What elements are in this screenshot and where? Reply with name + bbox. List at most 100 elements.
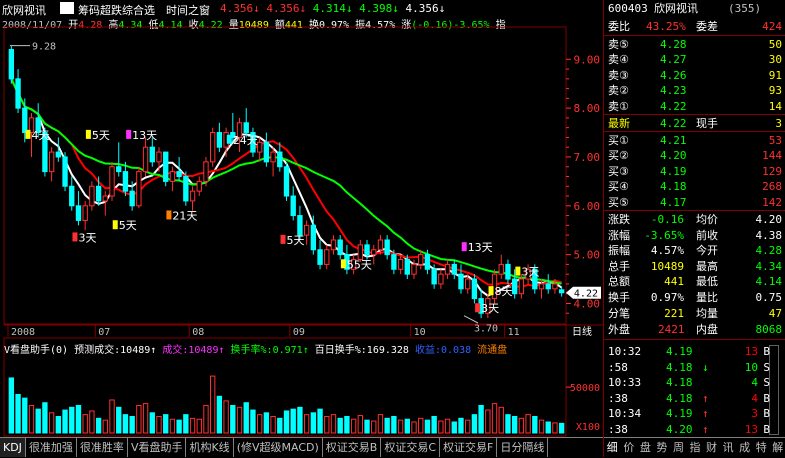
sell-order-row: 卖② 4.23 93 [608, 83, 782, 98]
tick-time: 10:34 [608, 407, 642, 420]
tick-side: S [763, 376, 770, 389]
candle-body [55, 151, 62, 158]
tick-time: :38 [608, 422, 628, 436]
annotation-label: 13天 [132, 129, 157, 142]
candle-body [256, 141, 263, 153]
price-chart[interactable]: 9.008.007.006.005.004.004.229.283.702008… [0, 0, 603, 437]
tick-side: B [763, 345, 770, 358]
volume-panel-header: V看盘助手(0) 预测成交:10489↑ 成交:10489↑ 换手率%:0.97… [4, 345, 508, 356]
candle-body [176, 171, 182, 178]
candle-body [82, 205, 88, 221]
quote-tab-4[interactable]: 周 [670, 438, 687, 458]
price-tick-label: 9.00 [574, 53, 601, 66]
candle-body [283, 166, 290, 197]
indicator-tab-4[interactable]: 机构K线 [186, 438, 234, 457]
annotation-marker [112, 220, 118, 230]
period-label: 日线 [572, 325, 592, 338]
buy-price: 4.17 [660, 195, 687, 209]
annotation-label: 5天 [119, 219, 137, 232]
tick-row: 10:34 4.19 ↑ 3 B [608, 406, 782, 421]
quote-tab-5[interactable]: 指 [687, 438, 704, 458]
indicator-tab-6[interactable]: 权证交易B [323, 438, 382, 457]
volume-bar [230, 404, 236, 434]
candle-body [95, 185, 102, 202]
sell-volume: 91 [768, 68, 782, 82]
sell-order-row: 卖③ 4.26 91 [608, 68, 782, 83]
quote-tab-1[interactable]: 价 [621, 438, 638, 458]
volume-bar [89, 410, 95, 434]
candle-body [163, 151, 169, 182]
quote-tab-8[interactable]: 成 [736, 438, 753, 458]
volume-bar [15, 393, 21, 434]
stat-value: -3.65% [644, 228, 684, 242]
sell-order-row: 卖① 4.22 14 [608, 99, 782, 114]
volume-bar [82, 414, 88, 434]
stock-number: (355) [728, 2, 762, 15]
quote-tab-0[interactable]: 细 [604, 438, 621, 458]
volume-bar [129, 415, 135, 434]
volume-bar [250, 409, 256, 434]
indicator-tab-0[interactable]: KDJ [0, 438, 26, 457]
quote-tab-3[interactable]: 势 [654, 438, 671, 458]
tick-row: :38 4.20 ↑ 13 B [608, 422, 782, 437]
rate-label: 换手率%: [230, 345, 273, 356]
volume-panel-title[interactable]: V看盘助手(0) [4, 345, 68, 356]
stat-label: 涨跌 [608, 213, 630, 226]
divider [604, 339, 785, 340]
candle-body [102, 195, 108, 202]
tick-row: :58 4.18 ↓ 10 S [608, 360, 782, 375]
order-ratio-row: 委比 43.25% 委差 424 [608, 19, 782, 34]
volume-bar [42, 402, 48, 434]
volume-bar [256, 414, 263, 434]
volume-bar [303, 414, 310, 434]
quote-tab-2[interactable]: 盘 [637, 438, 654, 458]
time-axis-label: 2008 [11, 327, 35, 338]
candle-body [8, 49, 15, 80]
indicator-tab-8[interactable]: 权证交易F [440, 438, 498, 457]
buy-price: 4.18 [660, 180, 687, 194]
buy-price: 4.19 [660, 164, 687, 178]
buy-order-row: 买① 4.21 53 [608, 133, 782, 148]
volume-bar [377, 414, 384, 434]
volume-bar [156, 415, 162, 434]
quote-tab-7[interactable]: 讯 [720, 438, 737, 458]
indicator-tab-9[interactable]: 日分隔线 [497, 438, 549, 457]
days-value: 169.328 [366, 345, 409, 356]
volume-bar [55, 415, 62, 434]
tick-price: 4.19 [666, 345, 693, 358]
time-axis-label: 09 [293, 327, 305, 338]
tick-price: 4.19 [666, 407, 693, 420]
quote-stat-row: 涨幅 -3.65% 前收 4.38 [608, 228, 782, 243]
volume-bar [270, 415, 276, 434]
stock-name: 欣网视讯 [654, 2, 698, 15]
candle-body [22, 107, 28, 134]
candle-body [209, 132, 216, 163]
stat-label: 均价 [696, 213, 718, 226]
indicator-tab-5[interactable]: (修V超级MACD) [234, 438, 323, 457]
volume-bar [350, 418, 357, 434]
tick-time: 10:33 [608, 376, 642, 389]
stat-value: 0.75 [755, 291, 783, 304]
stock-code: 600403 [608, 2, 648, 15]
stat-value: 4.28 [755, 244, 783, 258]
candle-body [438, 273, 444, 285]
indicator-tab-7[interactable]: 权证交易C [381, 438, 441, 457]
annotation-label: 13天 [468, 241, 493, 254]
sell-level-label: 卖① [608, 99, 629, 113]
chart-area[interactable]: 欣网视讯 筹码超跌综合选 时间之窗 4.356↓ 4.356↓ 4.314↓ 4… [0, 0, 603, 457]
volume-bar [122, 414, 129, 434]
quote-tab-9[interactable]: 特 [753, 438, 770, 458]
volume-bar [149, 412, 155, 434]
stat-label: 今开 [696, 244, 718, 258]
quote-tab-6[interactable]: 财 [703, 438, 720, 458]
sell-price: 4.28 [660, 38, 687, 51]
volume-bar [48, 412, 55, 434]
quote-stat-row: 分笔 221 均量 47 [608, 306, 782, 321]
indicator-tab-3[interactable]: V看盘助手 [128, 438, 187, 457]
volume-bar [277, 417, 283, 434]
indicator-tab-2[interactable]: 很准胜率 [77, 438, 128, 457]
volume-unit-label: X100 [576, 422, 600, 433]
quote-tab-10[interactable]: 解 [769, 438, 785, 458]
volume-bar [552, 422, 558, 434]
indicator-tab-1[interactable]: 很准加强 [26, 438, 77, 457]
